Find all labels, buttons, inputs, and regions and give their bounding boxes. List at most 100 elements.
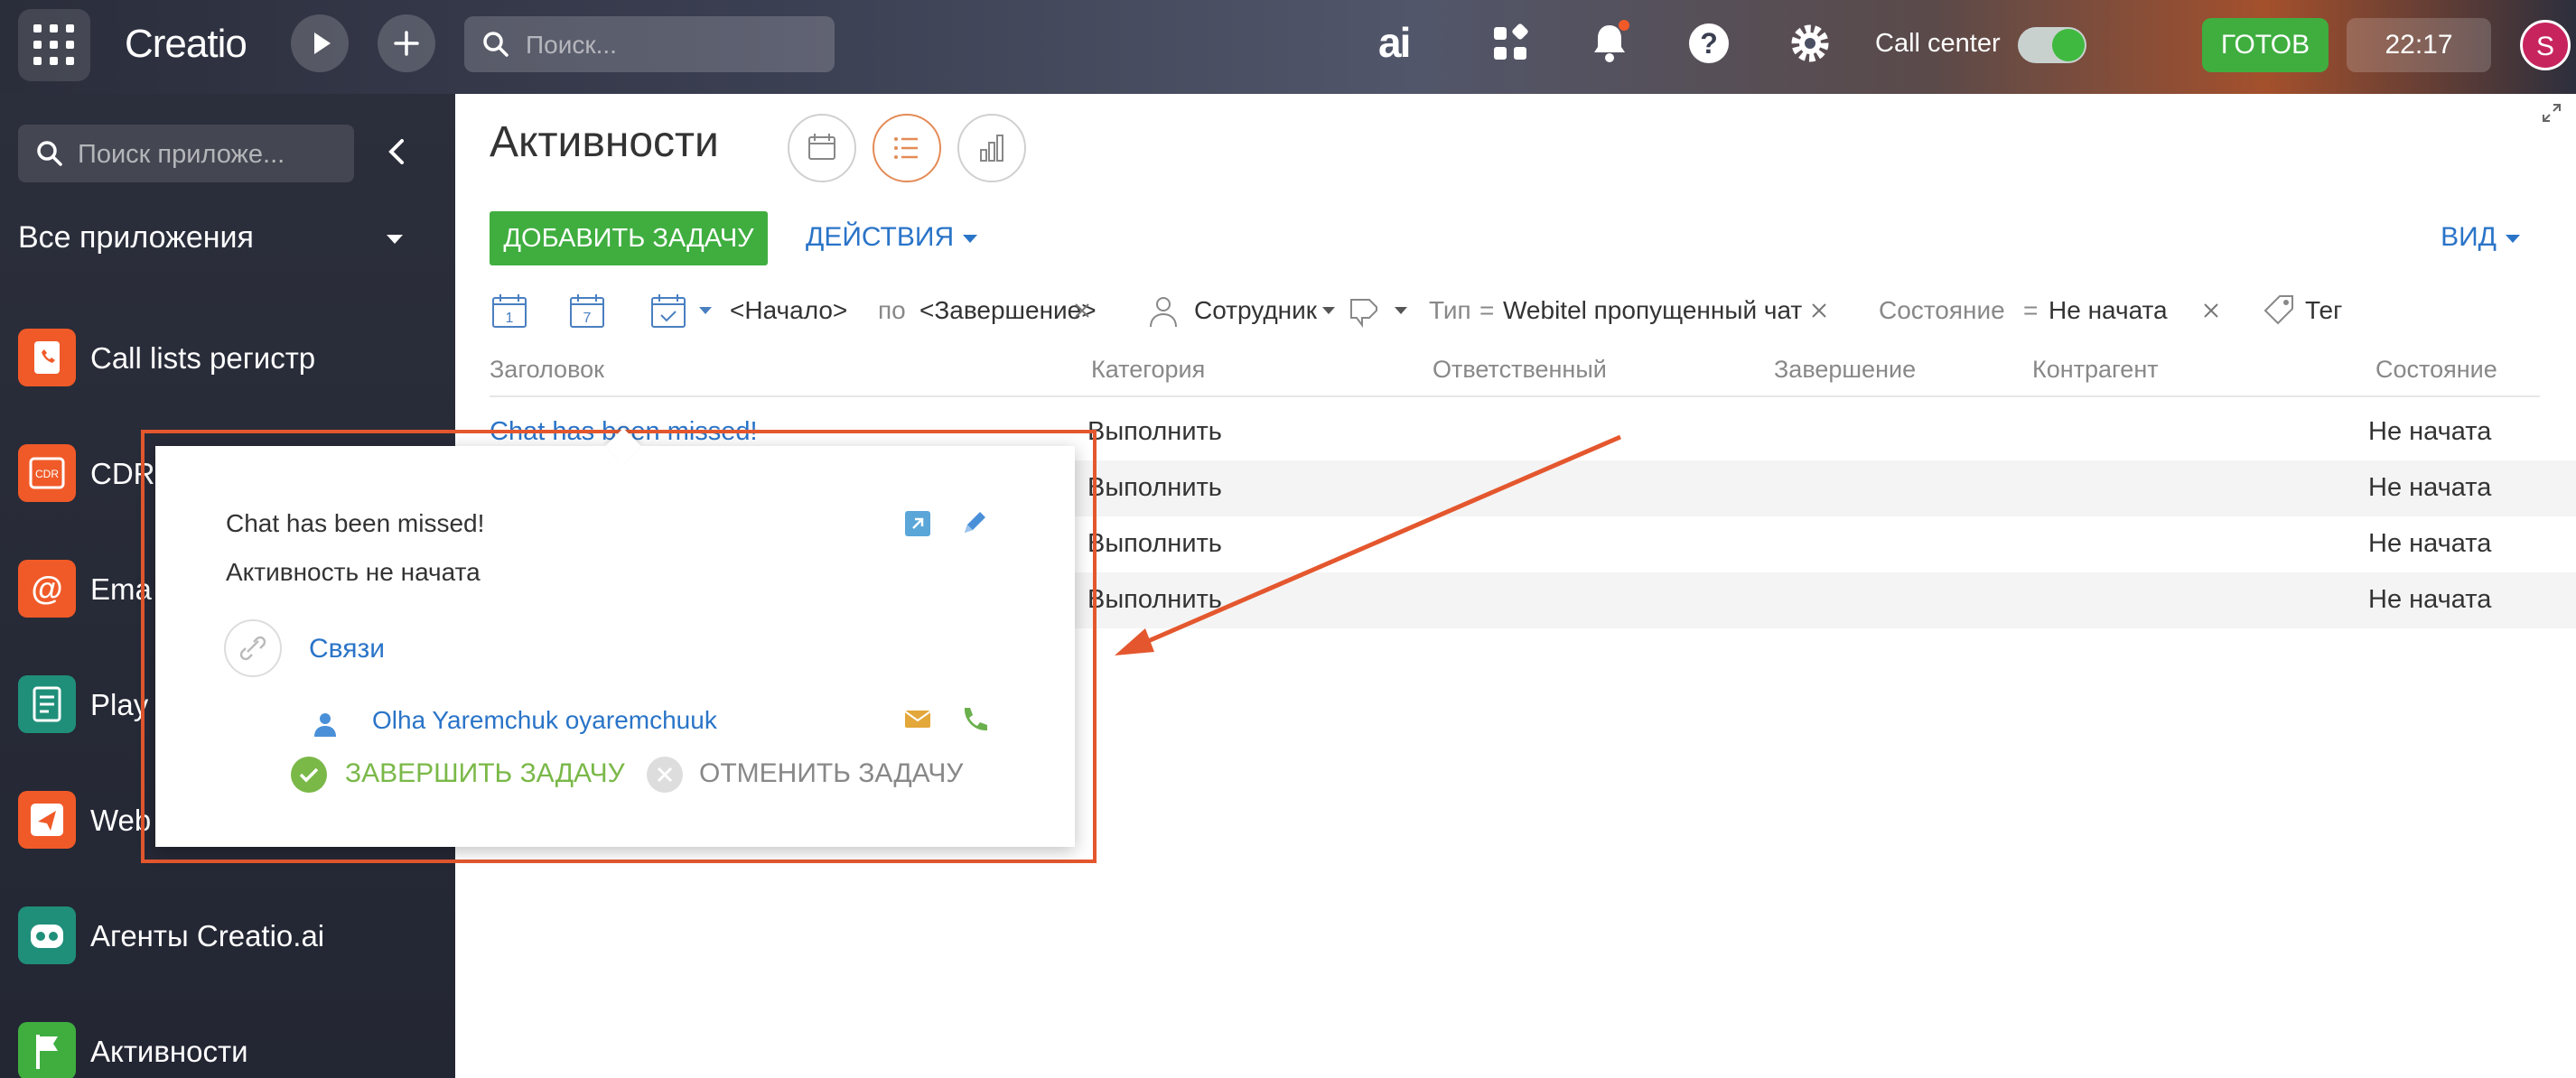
period-start[interactable]: <Начало> bbox=[730, 296, 847, 325]
row-state: Не начата bbox=[2368, 585, 2492, 614]
sidebar-item-ai-agents[interactable]: Агенты Creatio.ai bbox=[18, 906, 452, 970]
popup-status: Активность не начата bbox=[226, 558, 481, 586]
employee-filter[interactable]: Сотрудник bbox=[1194, 296, 1317, 325]
link-icon bbox=[224, 619, 282, 677]
flag-icon bbox=[18, 1022, 76, 1078]
robot-icon bbox=[18, 906, 76, 964]
column-header[interactable]: Ответственный bbox=[1433, 356, 1607, 384]
chevron-left-icon bbox=[388, 139, 404, 164]
expand-icon[interactable] bbox=[2540, 101, 2563, 125]
table-header: Заголовок Категория Ответственный Заверш… bbox=[490, 356, 2540, 397]
ready-status-button[interactable]: ГОТОВ bbox=[2202, 18, 2329, 72]
collapse-sidebar-button[interactable] bbox=[379, 134, 415, 170]
complete-task-button[interactable]: ЗАВЕРШИТЬ ЗАДАЧУ bbox=[345, 758, 625, 789]
column-header[interactable]: Заголовок bbox=[490, 356, 604, 384]
global-search-input[interactable]: Поиск... bbox=[464, 16, 835, 72]
all-apps-label[interactable]: Все приложения bbox=[18, 220, 254, 256]
playbook-icon bbox=[18, 675, 76, 733]
column-header[interactable]: Контрагент bbox=[2032, 356, 2159, 384]
search-icon bbox=[483, 32, 509, 57]
analytics-view-button[interactable] bbox=[957, 114, 1026, 182]
close-icon[interactable] bbox=[1808, 300, 1830, 321]
column-header[interactable]: Завершение bbox=[1774, 356, 1916, 384]
help-icon[interactable]: ? bbox=[1682, 16, 1736, 70]
widgets-icon[interactable] bbox=[1483, 16, 1537, 70]
plus-icon bbox=[394, 31, 419, 56]
app-search-input[interactable]: Поиск приложе... bbox=[18, 125, 354, 182]
app-menu-button[interactable] bbox=[18, 9, 90, 81]
sidebar-item-label: Play bbox=[90, 688, 149, 721]
day-filter-icon[interactable]: 1 bbox=[490, 291, 529, 330]
call-center-toggle[interactable] bbox=[2018, 27, 2086, 63]
send-icon bbox=[18, 791, 76, 849]
edit-icon[interactable] bbox=[957, 507, 990, 540]
type-filter-eq: = bbox=[1479, 296, 1495, 324]
type-filter-label: Тип bbox=[1429, 296, 1471, 324]
list-icon bbox=[894, 137, 918, 159]
activity-mini-page: Chat has been missed! Активность не нача… bbox=[155, 446, 1075, 847]
add-task-button[interactable]: ДОБАВИТЬ ЗАДАЧУ bbox=[490, 211, 768, 265]
row-category: Выполнить bbox=[1087, 529, 1222, 558]
chevron-down-icon[interactable] bbox=[1395, 307, 1407, 314]
tag-filter[interactable]: Тег bbox=[2305, 296, 2342, 325]
calendar-icon bbox=[808, 134, 835, 160]
filter-bar: 1 7 <Начало> по <Завершение> Сотрудник Т… bbox=[490, 287, 2567, 338]
period-filter-icon[interactable] bbox=[649, 291, 688, 330]
page-title: Активности bbox=[490, 118, 719, 166]
toggle-knob bbox=[2052, 29, 2085, 61]
email-icon[interactable] bbox=[901, 702, 934, 735]
view-menu[interactable]: ВИД bbox=[2441, 222, 2520, 253]
contact-link[interactable]: Olha Yaremchuk oyaremchuuk bbox=[372, 706, 717, 735]
filter-tag-icon[interactable] bbox=[1346, 291, 1386, 330]
svg-text:@: @ bbox=[31, 570, 62, 607]
calendar-view-button[interactable] bbox=[788, 114, 856, 182]
check-circle-icon[interactable] bbox=[291, 757, 327, 793]
state-filter-value[interactable]: Не начата bbox=[2049, 296, 2168, 325]
chevron-down-icon[interactable] bbox=[387, 235, 403, 244]
sidebar-item-label: Агенты Creatio.ai bbox=[90, 919, 325, 953]
sidebar-item-label: Активности bbox=[90, 1035, 248, 1068]
time-display: 22:17 bbox=[2347, 18, 2491, 72]
cancel-circle-icon[interactable] bbox=[647, 757, 683, 793]
svg-text:CDR: CDR bbox=[35, 468, 59, 480]
cancel-task-button[interactable]: ОТМЕНИТЬ ЗАДАЧУ bbox=[699, 758, 963, 789]
list-view-button[interactable] bbox=[873, 114, 941, 182]
close-icon[interactable] bbox=[2200, 300, 2222, 321]
sidebar-item-activities[interactable]: Активности bbox=[18, 1022, 452, 1078]
phone-icon[interactable] bbox=[957, 702, 990, 735]
popup-title: Chat has been missed! bbox=[226, 509, 485, 537]
actions-menu[interactable]: ДЕЙСТВИЯ bbox=[806, 222, 978, 253]
view-label: ВИД bbox=[2441, 222, 2497, 252]
period-end[interactable]: <Завершение> bbox=[919, 296, 1097, 325]
bell-icon[interactable] bbox=[1582, 16, 1637, 70]
close-icon[interactable] bbox=[1071, 300, 1093, 321]
links-label[interactable]: Связи bbox=[309, 634, 385, 664]
creatio-logo: Creatio bbox=[125, 22, 247, 66]
chevron-down-icon[interactable] bbox=[699, 307, 712, 314]
week-filter-icon[interactable]: 7 bbox=[567, 291, 607, 330]
chevron-down-icon[interactable] bbox=[1322, 307, 1335, 314]
top-bar: Creatio Поиск... ai ? Call center ГОТОВ … bbox=[0, 0, 2576, 94]
column-header[interactable]: Категория bbox=[1091, 356, 1205, 384]
run-process-button[interactable] bbox=[291, 14, 349, 72]
search-icon bbox=[37, 141, 62, 166]
call-center-label: Call center bbox=[1875, 29, 2001, 58]
period-by: по bbox=[878, 296, 906, 324]
sidebar-item-call-lists[interactable]: Call lists регистр bbox=[18, 329, 452, 392]
user-avatar[interactable]: S bbox=[2520, 20, 2571, 70]
actions-label: ДЕЙСТВИЯ bbox=[806, 222, 955, 252]
row-state: Не начата bbox=[2368, 417, 2492, 446]
tag-icon[interactable] bbox=[2260, 291, 2300, 330]
column-header[interactable]: Состояние bbox=[2375, 356, 2497, 384]
create-button[interactable] bbox=[378, 14, 435, 72]
open-card-icon[interactable] bbox=[901, 507, 934, 540]
svg-text:7: 7 bbox=[583, 311, 592, 326]
type-filter-value[interactable]: Webitel пропущенный чат bbox=[1503, 296, 1802, 325]
app-search-placeholder: Поиск приложе... bbox=[78, 140, 285, 169]
contact-icon bbox=[314, 713, 336, 737]
person-icon bbox=[1150, 297, 1177, 328]
ai-icon[interactable]: ai bbox=[1378, 18, 1433, 72]
chevron-down-icon bbox=[2506, 234, 2520, 243]
gear-icon[interactable] bbox=[1783, 16, 1837, 70]
play-icon bbox=[314, 33, 331, 54]
